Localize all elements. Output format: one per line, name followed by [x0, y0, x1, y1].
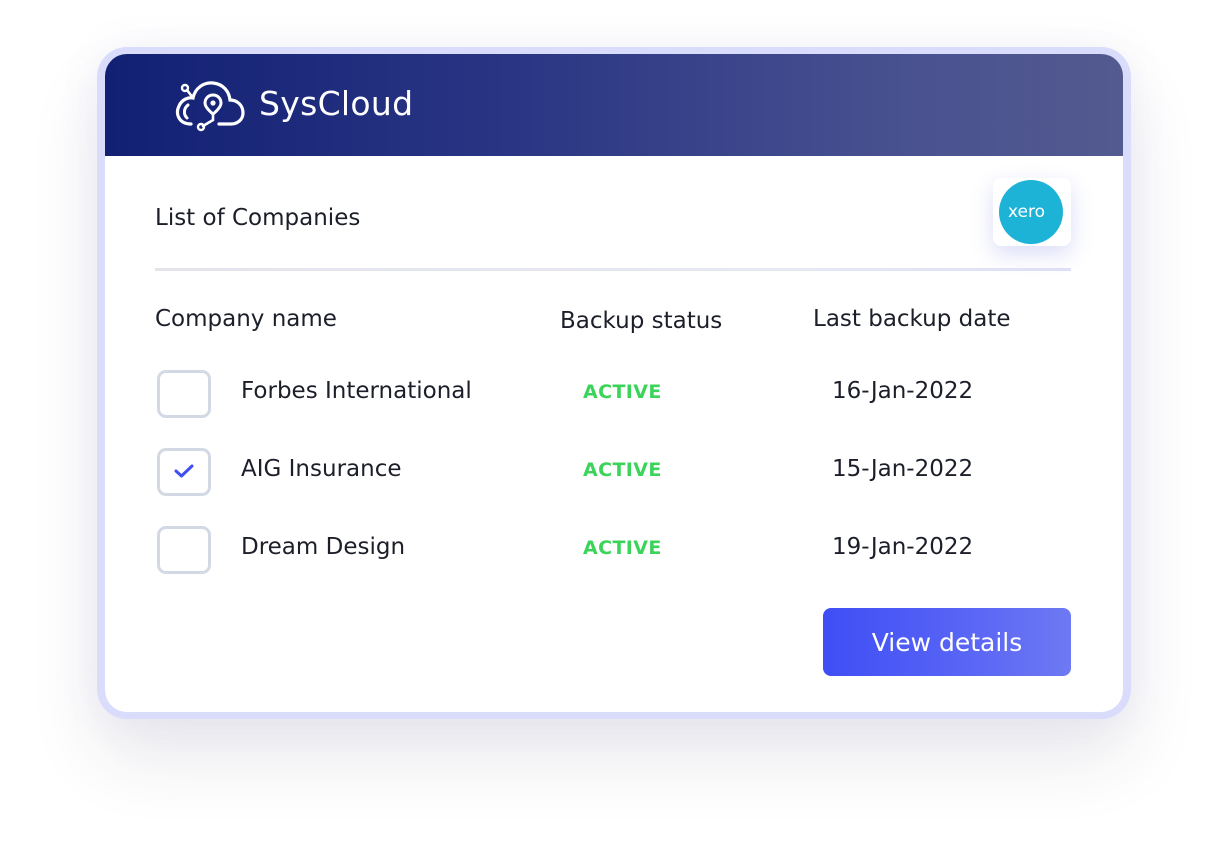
xero-wordmark: xero: [1008, 202, 1045, 222]
status-badge: ACTIVE: [583, 537, 662, 559]
status-badge: ACTIVE: [583, 381, 662, 403]
xero-logo-badge: xero: [993, 178, 1071, 246]
last-backup-date: 16-Jan-2022: [832, 378, 974, 404]
company-name: Forbes International: [241, 378, 472, 404]
row-checkbox[interactable]: [157, 370, 211, 418]
row-checkbox[interactable]: [157, 448, 211, 496]
view-details-button[interactable]: View details: [823, 608, 1071, 676]
table-row: Forbes International ACTIVE 16-Jan-2022: [105, 370, 1123, 426]
title-divider: [155, 268, 1071, 271]
xero-logo-icon: xero: [999, 180, 1063, 244]
last-backup-date: 15-Jan-2022: [832, 456, 974, 482]
company-name: Dream Design: [241, 534, 406, 560]
checkmark-icon: [174, 464, 194, 478]
status-badge: ACTIVE: [583, 459, 662, 481]
cloud-circuit-icon: [175, 81, 245, 132]
column-header-company: Company name: [155, 306, 337, 332]
app-header: SysCloud: [105, 54, 1123, 156]
svg-text:xero: xero: [1008, 202, 1045, 222]
table-row: Dream Design ACTIVE 19-Jan-2022: [105, 526, 1123, 582]
column-header-status: Backup status: [560, 308, 723, 334]
column-header-date: Last backup date: [813, 306, 1011, 332]
brand-name: SysCloud: [259, 84, 414, 123]
company-name: AIG Insurance: [241, 456, 402, 482]
table-row: AIG Insurance ACTIVE 15-Jan-2022: [105, 448, 1123, 504]
last-backup-date: 19-Jan-2022: [832, 534, 974, 560]
companies-card: SysCloud List of Companies xero Company …: [105, 54, 1123, 712]
row-checkbox[interactable]: [157, 526, 211, 574]
section-title: List of Companies: [155, 205, 361, 231]
